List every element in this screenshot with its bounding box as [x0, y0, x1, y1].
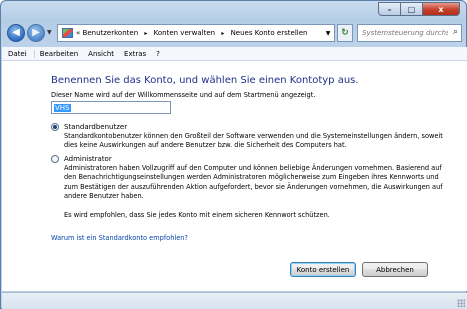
menu-ansicht[interactable]: Ansicht: [83, 50, 119, 58]
menu-help[interactable]: ?: [151, 50, 165, 58]
content-area: Benennen Sie das Konto, und wählen Sie e…: [2, 61, 467, 291]
breadcrumb-item-benutzerkonten[interactable]: Benutzerkonten: [83, 29, 139, 37]
menu-extras[interactable]: Extras: [119, 50, 151, 58]
resize-grip[interactable]: [457, 299, 465, 307]
search-input[interactable]: [362, 29, 448, 37]
control-panel-icon: [62, 28, 73, 38]
breadcrumb-separator[interactable]: ▸: [221, 30, 224, 37]
breadcrumb-item-neues-konto[interactable]: Neues Konto erstellen: [231, 29, 308, 37]
status-bar: [2, 292, 467, 309]
maximize-button[interactable]: □: [400, 2, 422, 16]
radio-administrator[interactable]: Administrator: [51, 155, 112, 163]
breadcrumb-separator[interactable]: ▸: [144, 30, 147, 37]
menu-bar: Datei Bearbeiten Ansicht Extras ?: [2, 47, 467, 61]
forward-button[interactable]: ▶: [27, 24, 45, 42]
window-controls: – □ x: [378, 2, 460, 17]
address-dropdown-icon[interactable]: ▼: [322, 25, 334, 41]
arrow-left-icon: ◀: [12, 27, 20, 38]
create-account-button[interactable]: Konto erstellen: [290, 262, 356, 277]
breadcrumb-item-konten-verwalten[interactable]: Konten verwalten: [154, 29, 215, 37]
administrator-description: Administratoren haben Vollzugriff auf de…: [64, 164, 443, 201]
close-button[interactable]: x: [422, 2, 460, 16]
search-box[interactable]: ⌕: [357, 24, 462, 42]
radio-standard-user-label[interactable]: Standardbenutzer: [64, 123, 127, 131]
radio-administrator-label[interactable]: Administrator: [64, 155, 112, 163]
address-bar[interactable]: « Benutzerkonten ▸ Konten verwalten ▸ Ne…: [57, 24, 335, 42]
radio-standard-user[interactable]: Standardbenutzer: [51, 123, 127, 131]
menu-datei[interactable]: Datei: [2, 49, 35, 58]
navigation-bar: ◀ ▶ ▼ « Benutzerkonten ▸ Konten verwalte…: [7, 23, 462, 45]
radio-administrator-button[interactable]: [51, 155, 59, 163]
breadcrumb: « Benutzerkonten ▸ Konten verwalten ▸ Ne…: [76, 29, 307, 37]
arrow-right-icon: ▶: [32, 27, 40, 38]
cancel-button[interactable]: Abbrechen: [362, 262, 428, 277]
explorer-window: – □ x ◀ ▶ ▼ « Benutzerkonten ▸ Konten ve…: [0, 0, 467, 309]
radio-standard-user-button[interactable]: [51, 123, 59, 131]
back-button[interactable]: ◀: [7, 24, 25, 42]
account-name-value[interactable]: VHS: [54, 103, 71, 112]
history-dropdown-icon[interactable]: ▼: [47, 29, 52, 36]
standard-user-description: Standardkontobenutzer können den Großtei…: [64, 132, 443, 150]
refresh-button[interactable]: ↻: [337, 24, 353, 42]
search-icon[interactable]: ⌕: [453, 27, 458, 37]
name-field-label: Dieser Name wird auf der Willkommensseit…: [51, 91, 316, 99]
page-title: Benennen Sie das Konto, und wählen Sie e…: [51, 75, 359, 86]
account-name-input[interactable]: VHS: [51, 101, 171, 114]
refresh-icon: ↻: [341, 28, 349, 38]
help-link[interactable]: Warum ist ein Standardkonto empfohlen?: [51, 234, 188, 242]
password-advice: Es wird empfohlen, dass Sie jedes Konto …: [64, 211, 330, 219]
breadcrumb-overflow[interactable]: «: [76, 29, 80, 37]
minimize-button[interactable]: –: [378, 2, 400, 16]
menu-bearbeiten[interactable]: Bearbeiten: [35, 50, 83, 58]
